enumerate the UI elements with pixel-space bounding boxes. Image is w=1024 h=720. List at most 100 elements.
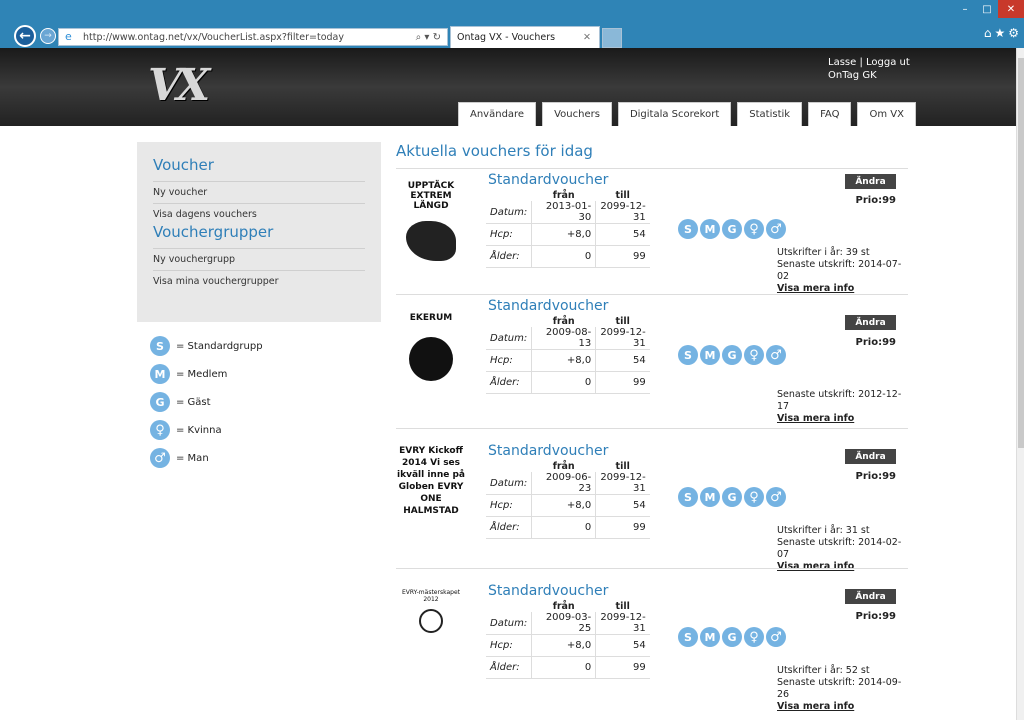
browser-tab[interactable]: Ontag VX - Vouchers ✕: [450, 26, 600, 48]
legend-label: = Medlem: [176, 368, 228, 380]
voucher-list: Aktuella vouchers för idag UPPTÄCK EXTRE…: [396, 142, 908, 712]
age-to: 99: [595, 516, 650, 539]
main-menu: Användare Vouchers Digitala Scorekort St…: [458, 102, 922, 126]
table-header: [486, 600, 532, 612]
age-label: Ålder:: [486, 516, 532, 539]
female-icon: ♀: [744, 345, 764, 365]
male-icon: ♂: [766, 219, 786, 239]
more-info-link[interactable]: Visa mera info: [777, 413, 908, 425]
date-to: 2099-12-31: [595, 472, 650, 495]
date-to: 2099-12-31: [595, 201, 650, 224]
voucher-criteria-table: från till Datum: 2013-01-30 2099-12-31 Hcp:…: [486, 189, 650, 268]
new-voucher-link[interactable]: Ny voucher: [153, 181, 365, 203]
member-icon: M: [700, 345, 720, 365]
date-from: 2009-08-13: [531, 327, 597, 350]
scrollbar-thumb[interactable]: [1018, 58, 1024, 448]
address-url[interactable]: http://www.ontag.net/vx/VoucherList.aspx…: [83, 32, 387, 43]
edit-button[interactable]: Ändra: [845, 315, 896, 330]
legend-row: S = Standardgrupp: [150, 332, 263, 360]
member-icon: M: [700, 627, 720, 647]
hcp-label: Hcp:: [486, 223, 532, 246]
age-label: Ålder:: [486, 371, 532, 394]
age-label: Ålder:: [486, 245, 532, 268]
edit-button[interactable]: Ändra: [845, 174, 896, 189]
age-to: 99: [595, 371, 650, 394]
voucher-thumbnail[interactable]: UPPTÄCK EXTREM LÄNGD: [396, 173, 466, 279]
age-label: Ålder:: [486, 656, 532, 679]
standard-group-icon: S: [678, 219, 698, 239]
last-print: Senaste utskrift: 2014-07-02: [777, 259, 902, 282]
age-from: 0: [531, 516, 597, 539]
page-scrollbar[interactable]: [1016, 48, 1024, 720]
my-vouchergroups-link[interactable]: Visa mina vouchergrupper: [153, 270, 365, 292]
maximize-icon[interactable]: □: [976, 0, 998, 18]
date-label: Datum:: [486, 612, 532, 635]
print-info: Utskrifter i år: 31 st Senaste utskrift:…: [777, 525, 908, 573]
standard-group-icon: S: [678, 345, 698, 365]
back-button[interactable]: ←: [14, 25, 36, 47]
edit-button[interactable]: Ändra: [845, 589, 896, 604]
priority: Prio:99: [855, 195, 896, 206]
standard-group-icon: S: [150, 336, 170, 356]
age-from: 0: [531, 371, 597, 394]
thumbnail-text: EKERUM: [409, 313, 453, 323]
close-tab-icon[interactable]: ✕: [583, 32, 591, 43]
vx-logo[interactable]: VX: [148, 60, 210, 111]
voucher-thumbnail[interactable]: EVRY Kickoff 2014 Vi ses ikväll inne på …: [396, 433, 466, 539]
date-label: Datum:: [486, 472, 532, 495]
voucher-title[interactable]: Standardvoucher: [488, 172, 608, 188]
hcp-from: +8,0: [531, 634, 597, 657]
legend-row: ♀ = Kvinna: [150, 416, 263, 444]
age-from: 0: [531, 656, 597, 679]
todays-vouchers-link[interactable]: Visa dagens vouchers: [153, 203, 365, 225]
new-vouchergroup-link[interactable]: Ny vouchergrupp: [153, 248, 365, 270]
edit-button[interactable]: Ändra: [845, 449, 896, 464]
club-name: OnTag GK: [828, 70, 877, 81]
male-icon: ♂: [766, 345, 786, 365]
legend-label: = Gäst: [176, 396, 211, 408]
voucher-title[interactable]: Standardvoucher: [488, 583, 608, 599]
hcp-to: 54: [595, 494, 650, 517]
group-icons: S M G ♀ ♂: [678, 487, 788, 507]
col-from-header: från: [552, 189, 575, 201]
hcp-from: +8,0: [531, 349, 597, 372]
col-to-header: till: [615, 460, 630, 472]
more-info-link[interactable]: Visa mera info: [777, 701, 908, 713]
home-favorites-settings-icons[interactable]: ⌂★⚙: [984, 26, 1022, 40]
forward-button[interactable]: →: [40, 28, 56, 44]
menu-statistik[interactable]: Statistik: [737, 102, 803, 126]
ie-icon: e: [65, 30, 72, 43]
member-icon: M: [700, 219, 720, 239]
menu-vouchers[interactable]: Vouchers: [542, 102, 612, 126]
voucher-card: EKERUM Standardvoucher från till Datum: 20…: [396, 294, 908, 428]
group-icons: S M G ♀ ♂: [678, 345, 788, 365]
col-to-header: till: [615, 315, 630, 327]
print-info: Utskrifter i år: 39 st Senaste utskrift:…: [777, 247, 908, 295]
close-window-icon[interactable]: ✕: [998, 0, 1024, 18]
voucher-title[interactable]: Standardvoucher: [488, 298, 608, 314]
legend-label: = Man: [176, 452, 209, 464]
male-icon: ♂: [766, 627, 786, 647]
menu-digitala-scorekort[interactable]: Digitala Scorekort: [617, 102, 732, 126]
guest-icon: G: [150, 392, 170, 412]
user-logout-link[interactable]: Lasse | Logga ut: [828, 56, 910, 69]
col-from-header: från: [552, 460, 575, 472]
voucher-thumbnail[interactable]: EVRY-mästerskapet 2012: [396, 573, 466, 679]
minimize-icon[interactable]: –: [954, 0, 976, 18]
voucher-title[interactable]: Standardvoucher: [488, 443, 608, 459]
print-info: Utskrifter i år: 52 st Senaste utskrift:…: [777, 665, 908, 713]
col-to-header: till: [615, 189, 630, 201]
menu-faq[interactable]: FAQ: [808, 102, 852, 126]
new-tab-button[interactable]: [602, 28, 622, 48]
menu-om-vx[interactable]: Om VX: [857, 102, 916, 126]
voucher-thumbnail[interactable]: EKERUM: [396, 299, 466, 405]
female-icon: ♀: [150, 420, 170, 440]
female-icon: ♀: [744, 219, 764, 239]
menu-anvandare[interactable]: Användare: [458, 102, 537, 126]
search-refresh-icons[interactable]: ⌕ ▾ ↻: [387, 32, 447, 43]
address-bar[interactable]: e http://www.ontag.net/vx/VoucherList.as…: [58, 28, 448, 46]
date-from: 2013-01-30: [531, 201, 597, 224]
thumbnail-image: [419, 609, 443, 633]
hcp-to: 54: [595, 634, 650, 657]
legend-row: M = Medlem: [150, 360, 263, 388]
